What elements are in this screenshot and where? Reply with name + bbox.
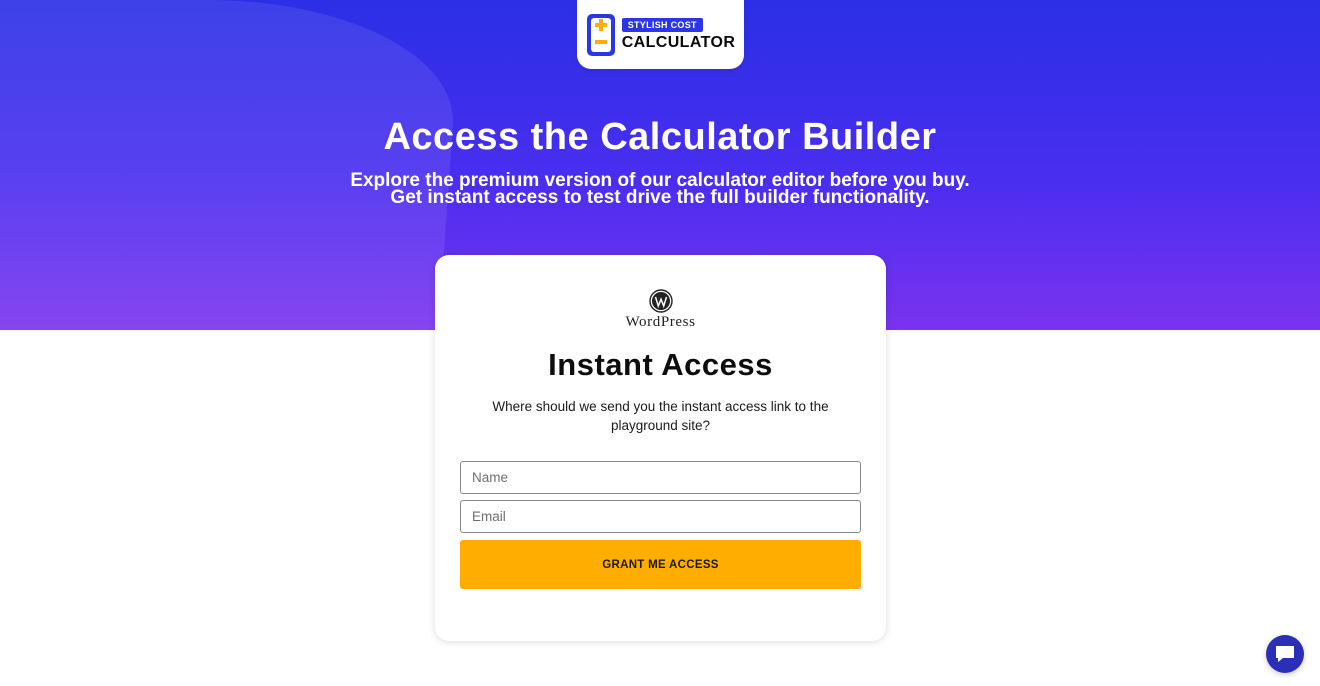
logo-name: CALCULATOR [621,33,736,51]
chat-bubble-icon [1276,646,1294,662]
logo-text: STYLISH COST CALCULATOR [621,17,736,52]
chat-widget-button[interactable] [1266,635,1304,673]
site-logo[interactable]: STYLISH COST CALCULATOR [577,0,744,69]
card-description: Where should we send you the instant acc… [492,399,829,433]
email-input[interactable] [460,500,861,533]
hero-subtitle-line-2: Get instant access to test drive the ful… [390,187,930,208]
name-input[interactable] [460,461,861,494]
wordpress-logo: WordPress [435,289,886,331]
access-form-card: WordPress Instant Access Where should we… [435,255,886,641]
logo-tagline: STYLISH COST [621,17,703,32]
card-title: Instant Access [548,347,773,382]
hero-decorative-shape [0,0,462,330]
hero-subtitle: Explore the premium version of our calcu… [0,171,1320,208]
calculator-icon [586,13,615,56]
wordpress-wordmark: WordPress [625,314,696,330]
grant-access-button[interactable]: GRANT ME ACCESS [460,540,861,589]
wordpress-icon [648,289,673,313]
page-title: Access the Calculator Builder [383,116,937,158]
